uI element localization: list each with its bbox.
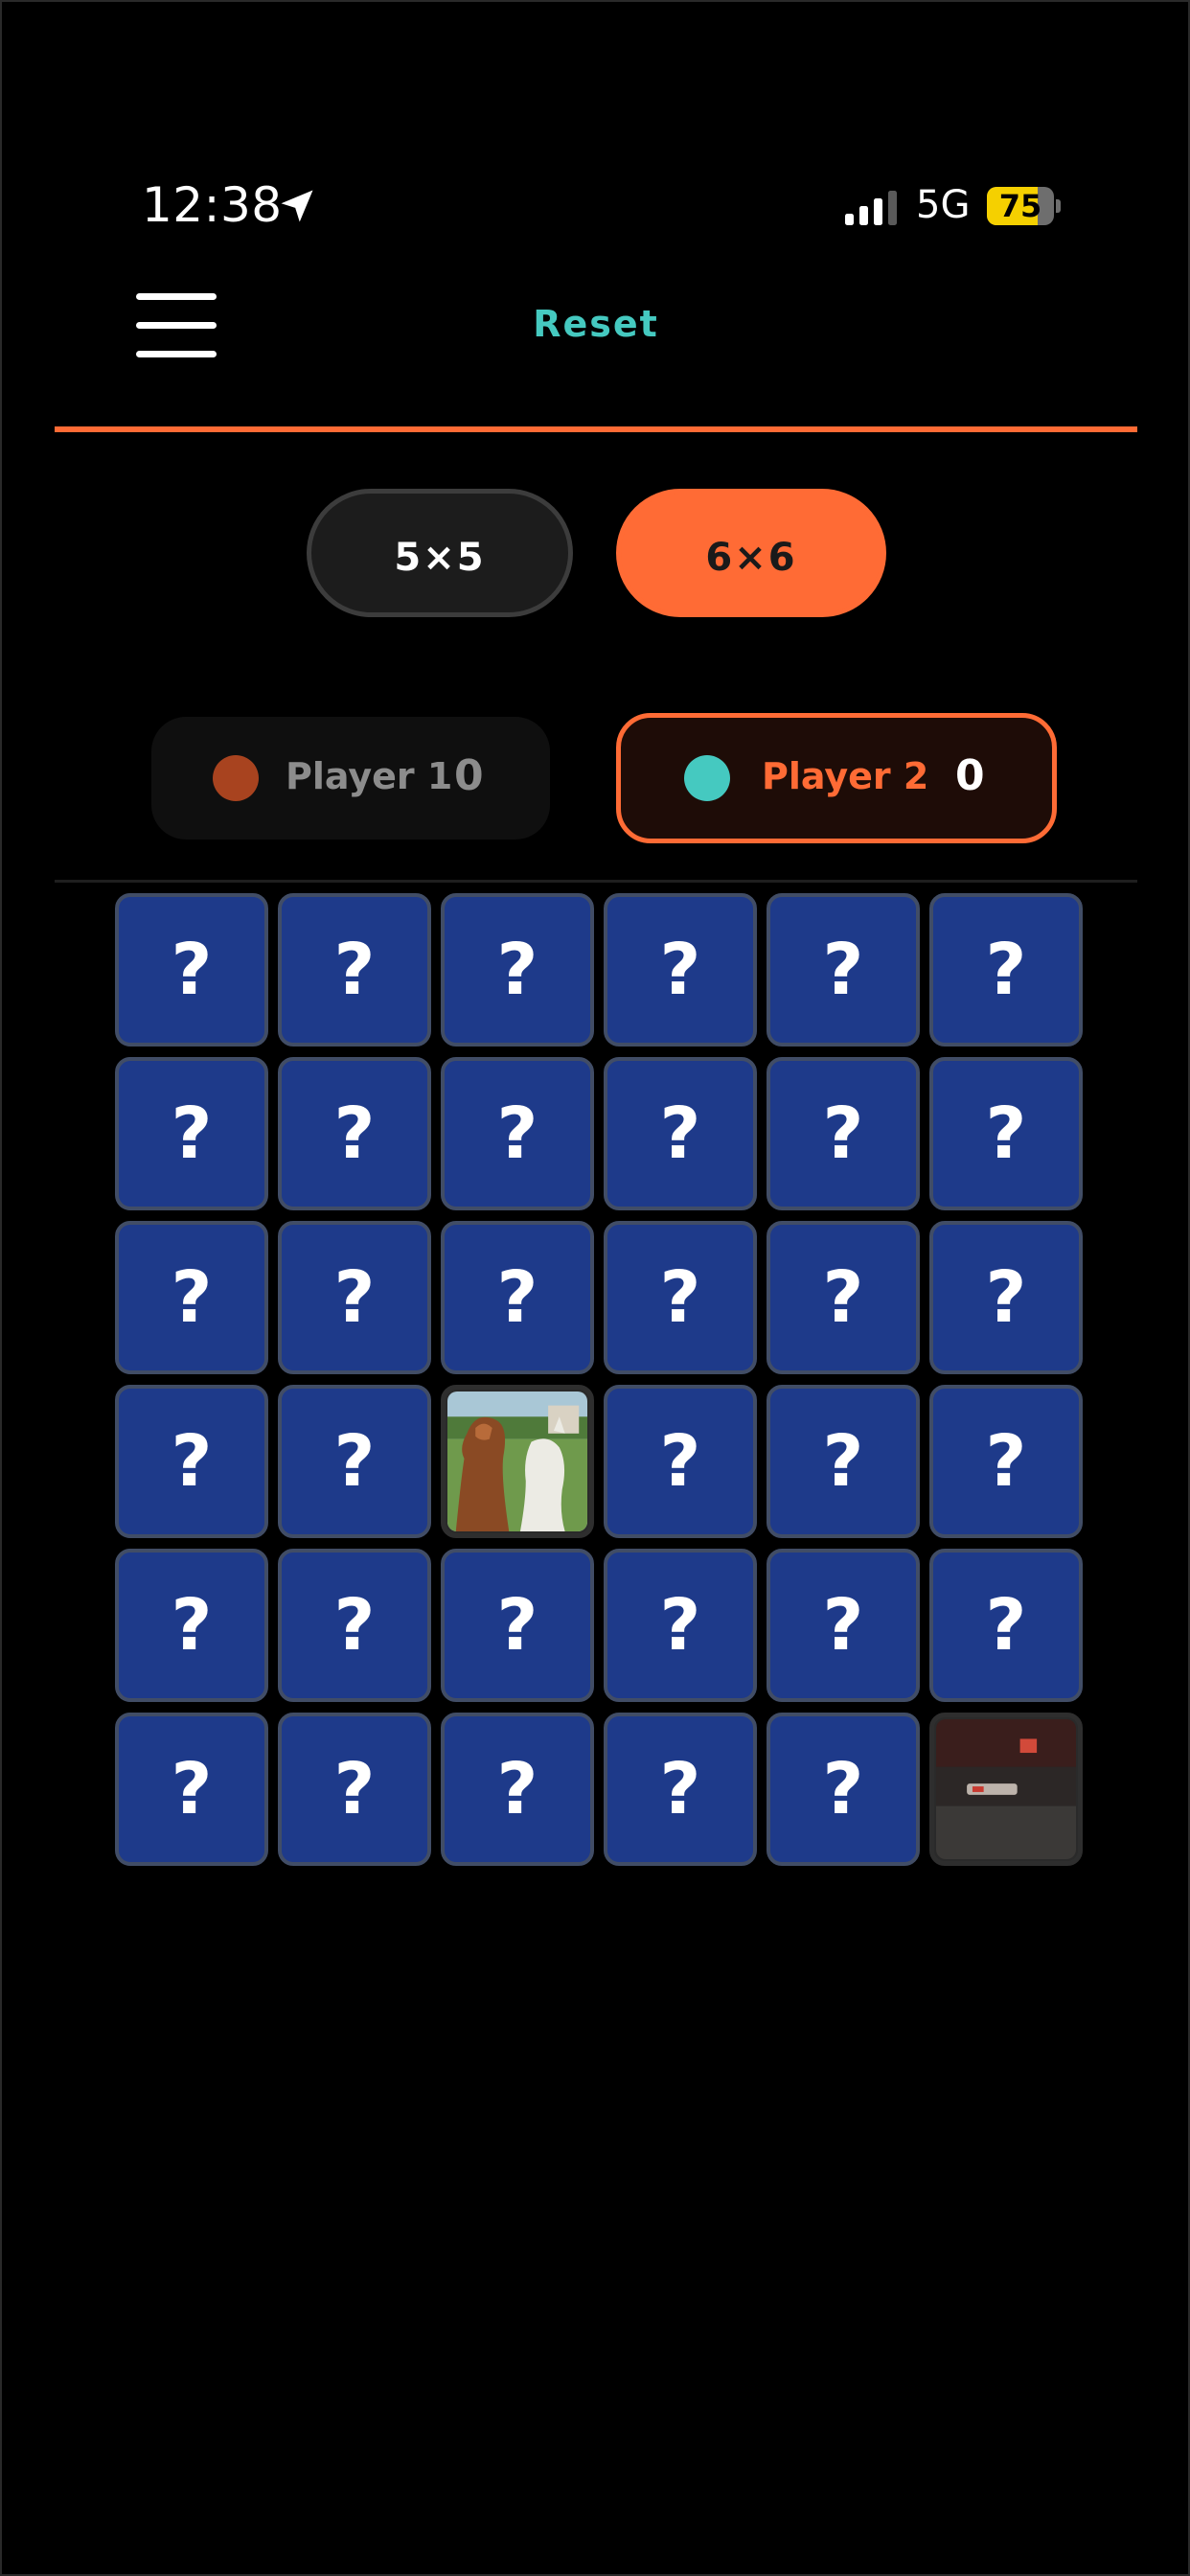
card-hidden-r5-c2[interactable]: ? — [278, 1549, 431, 1702]
question-mark-icon: ? — [333, 1092, 376, 1175]
status-bar: 12:38 5G 75 — [2, 170, 1190, 242]
card-hidden-r1-c1[interactable]: ? — [115, 893, 268, 1046]
card-hidden-r3-c1[interactable]: ? — [115, 1221, 268, 1374]
card-hidden-r5-c5[interactable]: ? — [767, 1549, 920, 1702]
question-mark-icon: ? — [985, 1420, 1027, 1503]
question-mark-icon: ? — [171, 1420, 213, 1503]
question-mark-icon: ? — [985, 1584, 1027, 1667]
card-hidden-r4-c4[interactable]: ? — [604, 1385, 757, 1538]
card-hidden-r2-c4[interactable]: ? — [604, 1057, 757, 1210]
card-hidden-r6-c2[interactable]: ? — [278, 1713, 431, 1866]
question-mark-icon: ? — [333, 1420, 376, 1503]
player-2-score: 0 — [955, 751, 985, 800]
battery-level: 75 — [998, 188, 1042, 224]
question-mark-icon: ? — [171, 1256, 213, 1339]
card-hidden-r5-c4[interactable]: ? — [604, 1549, 757, 1702]
card-hidden-r3-c4[interactable]: ? — [604, 1221, 757, 1374]
question-mark-icon: ? — [822, 1584, 864, 1667]
dark-room-photo — [936, 1719, 1076, 1859]
memory-board: ?????????????????????????????????? — [115, 893, 1087, 1869]
card-hidden-r5-c1[interactable]: ? — [115, 1549, 268, 1702]
card-hidden-r3-c2[interactable]: ? — [278, 1221, 431, 1374]
card-hidden-r5-c3[interactable]: ? — [441, 1549, 594, 1702]
question-mark-icon: ? — [496, 1748, 538, 1830]
question-mark-icon: ? — [496, 1584, 538, 1667]
card-revealed-alpaca-photo[interactable] — [441, 1385, 594, 1538]
question-mark-icon: ? — [171, 929, 213, 1011]
question-mark-icon: ? — [496, 929, 538, 1011]
board-divider — [55, 880, 1137, 883]
card-hidden-r6-c1[interactable]: ? — [115, 1713, 268, 1866]
signal-bars-icon — [845, 191, 897, 225]
question-mark-icon: ? — [822, 1420, 864, 1503]
location-arrow-icon — [281, 190, 313, 222]
question-mark-icon: ? — [822, 1256, 864, 1339]
player-1-card: Player 1 0 — [151, 717, 550, 840]
question-mark-icon: ? — [822, 929, 864, 1011]
question-mark-icon: ? — [659, 1420, 701, 1503]
question-mark-icon: ? — [333, 1584, 376, 1667]
question-mark-icon: ? — [333, 1748, 376, 1830]
question-mark-icon: ? — [659, 1256, 701, 1339]
question-mark-icon: ? — [333, 929, 376, 1011]
card-hidden-r1-c3[interactable]: ? — [441, 893, 594, 1046]
question-mark-icon: ? — [985, 1092, 1027, 1175]
player-1-name: Player 1 — [286, 755, 453, 797]
card-hidden-r3-c3[interactable]: ? — [441, 1221, 594, 1374]
card-hidden-r2-c2[interactable]: ? — [278, 1057, 431, 1210]
card-revealed-dark-room-photo[interactable] — [929, 1713, 1083, 1866]
question-mark-icon: ? — [659, 1092, 701, 1175]
player-1-score: 0 — [454, 751, 484, 800]
question-mark-icon: ? — [822, 1748, 864, 1830]
card-hidden-r2-c5[interactable]: ? — [767, 1057, 920, 1210]
player-2-card: Player 2 0 — [616, 713, 1057, 843]
card-hidden-r3-c5[interactable]: ? — [767, 1221, 920, 1374]
player-2-color-dot — [684, 755, 730, 801]
question-mark-icon: ? — [496, 1256, 538, 1339]
card-hidden-r2-c1[interactable]: ? — [115, 1057, 268, 1210]
battery-icon: 75 — [987, 187, 1062, 225]
question-mark-icon: ? — [171, 1092, 213, 1175]
question-mark-icon: ? — [985, 1256, 1027, 1339]
card-hidden-r6-c5[interactable]: ? — [767, 1713, 920, 1866]
question-mark-icon: ? — [333, 1256, 376, 1339]
card-hidden-r4-c6[interactable]: ? — [929, 1385, 1083, 1538]
reset-button[interactable]: Reset — [481, 295, 711, 353]
card-hidden-r3-c6[interactable]: ? — [929, 1221, 1083, 1374]
question-mark-icon: ? — [659, 1748, 701, 1830]
card-hidden-r1-c4[interactable]: ? — [604, 893, 757, 1046]
question-mark-icon: ? — [496, 1092, 538, 1175]
player-2-name: Player 2 — [762, 755, 929, 797]
header-divider — [55, 426, 1137, 432]
card-hidden-r2-c6[interactable]: ? — [929, 1057, 1083, 1210]
alpaca-photo — [447, 1392, 587, 1531]
card-hidden-r2-c3[interactable]: ? — [441, 1057, 594, 1210]
player-1-color-dot — [213, 755, 259, 801]
card-hidden-r6-c3[interactable]: ? — [441, 1713, 594, 1866]
question-mark-icon: ? — [171, 1584, 213, 1667]
question-mark-icon: ? — [659, 929, 701, 1011]
card-hidden-r1-c5[interactable]: ? — [767, 893, 920, 1046]
status-time: 12:38 — [142, 177, 283, 233]
app-screen: 12:38 5G 75 Reset 5×5 6×6 Player 1 0 Pla… — [0, 0, 1190, 2576]
card-hidden-r6-c4[interactable]: ? — [604, 1713, 757, 1866]
hamburger-menu-icon[interactable] — [136, 291, 217, 364]
card-hidden-r1-c6[interactable]: ? — [929, 893, 1083, 1046]
question-mark-icon: ? — [171, 1748, 213, 1830]
question-mark-icon: ? — [822, 1092, 864, 1175]
question-mark-icon: ? — [985, 929, 1027, 1011]
card-hidden-r4-c2[interactable]: ? — [278, 1385, 431, 1538]
card-hidden-r4-c1[interactable]: ? — [115, 1385, 268, 1538]
card-hidden-r1-c2[interactable]: ? — [278, 893, 431, 1046]
network-label: 5G — [916, 183, 971, 227]
card-hidden-r5-c6[interactable]: ? — [929, 1549, 1083, 1702]
card-hidden-r4-c5[interactable]: ? — [767, 1385, 920, 1538]
grid-size-5x5-button[interactable]: 5×5 — [307, 489, 573, 617]
question-mark-icon: ? — [659, 1584, 701, 1667]
grid-size-6x6-button[interactable]: 6×6 — [616, 489, 886, 617]
